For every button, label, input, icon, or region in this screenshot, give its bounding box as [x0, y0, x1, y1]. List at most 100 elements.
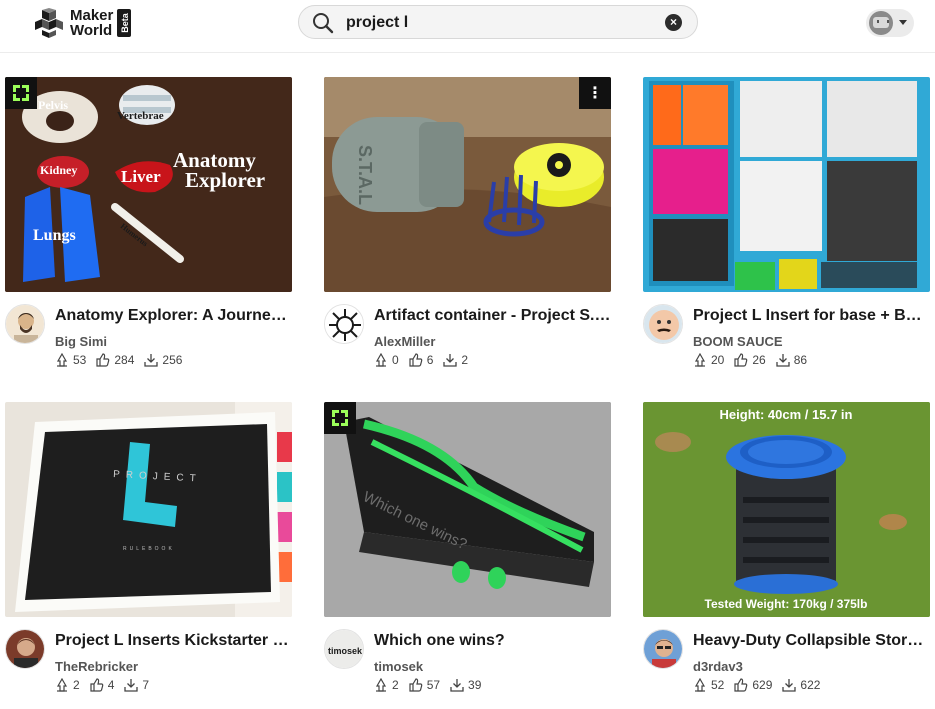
model-title[interactable]: Project L Inserts Kickstarter Edition	[55, 632, 292, 650]
boost-count: 52	[693, 678, 724, 692]
image-label: Explorer	[185, 168, 265, 192]
boost-icon	[694, 353, 706, 367]
thumbnail-image: Height: 40cm / 15.7 in Tested Weight: 17…	[643, 402, 930, 617]
boost-icon	[375, 353, 387, 367]
boost-count: 2	[374, 678, 399, 692]
thumbnail-image: Pelvis Vertebrae Kidney Liver Anatomy Ex…	[5, 77, 292, 292]
image-label: RULEBOOK	[123, 546, 175, 552]
like-count: 284	[96, 353, 134, 367]
like-count: 6	[409, 353, 433, 367]
boost-icon	[694, 678, 706, 692]
search-icon[interactable]	[312, 12, 334, 34]
model-title[interactable]: Heavy-Duty Collapsible Storage Container	[693, 632, 930, 650]
model-card[interactable]: Which one wins? timosek Which one wins? …	[324, 402, 611, 702]
thumbnail-image: PROJECT RULEBOOK	[5, 402, 292, 617]
more-options-button[interactable]: ⋮	[579, 77, 611, 109]
image-label: S.T.A.L	[355, 145, 375, 205]
boost-count: 53	[55, 353, 86, 367]
thumbnail-image: S.T.A.L	[324, 77, 611, 292]
image-label: Vertebrae	[117, 110, 164, 122]
generator-badge-icon	[5, 77, 37, 109]
thumbnail-image: Which one wins?	[324, 402, 611, 617]
author-avatar[interactable]	[324, 304, 364, 344]
download-icon	[782, 679, 797, 692]
model-thumbnail[interactable]	[643, 77, 930, 292]
model-card[interactable]: Pelvis Vertebrae Kidney Liver Anatomy Ex…	[5, 77, 292, 377]
author-name[interactable]: d3rdav3	[693, 659, 743, 674]
logo-line-1: Maker	[70, 7, 114, 24]
image-label: Tested Weight: 170kg / 375lb	[705, 597, 868, 611]
like-count: 4	[90, 678, 114, 692]
author-name[interactable]: Big Simi	[55, 334, 107, 349]
chevron-down-icon	[899, 20, 907, 25]
image-label: Pelvis	[38, 98, 68, 112]
author-avatar[interactable]	[643, 629, 683, 669]
logo-line-2: World	[70, 22, 113, 39]
thumbs-up-icon	[409, 678, 422, 692]
makerworld-logo[interactable]: Maker World Beta	[34, 7, 132, 39]
download-count: 39	[450, 678, 481, 692]
model-stats: 2 4 7	[55, 678, 159, 692]
download-count: 7	[124, 678, 149, 692]
boost-count: 2	[55, 678, 80, 692]
model-title[interactable]: Artifact container - Project S.T.A.L.K.E…	[374, 307, 611, 325]
like-count: 629	[734, 678, 772, 692]
beta-badge: Beta	[117, 9, 132, 37]
model-stats: 0 6 2	[374, 353, 478, 367]
user-avatar	[869, 11, 893, 35]
generator-badge-icon	[324, 402, 356, 434]
model-stats: 2 57 39	[374, 678, 491, 692]
model-title[interactable]: Which one wins?	[374, 632, 611, 650]
thumbnail-image	[643, 77, 930, 292]
clear-search-icon[interactable]: ×	[665, 14, 682, 31]
top-header: Maker World Beta ×	[0, 0, 935, 53]
author-avatar[interactable]	[643, 304, 683, 344]
author-avatar[interactable]: timosek	[324, 629, 364, 669]
author-name[interactable]: BOOM SAUCE	[693, 334, 783, 349]
model-thumbnail[interactable]: Pelvis Vertebrae Kidney Liver Anatomy Ex…	[5, 77, 292, 292]
download-icon	[776, 354, 790, 367]
image-label: Height: 40cm / 15.7 in	[720, 407, 853, 422]
model-card[interactable]: S.T.A.L ⋮ Artifact container - Project S…	[324, 77, 611, 377]
download-icon	[450, 679, 464, 692]
model-stats: 53 284 256	[55, 353, 192, 367]
thumbs-up-icon	[409, 353, 422, 367]
user-menu-button[interactable]	[866, 9, 914, 37]
image-label: Liver	[121, 167, 161, 186]
boost-count: 0	[374, 353, 399, 367]
search-input[interactable]	[346, 12, 646, 34]
model-title[interactable]: Project L Insert for base + Boost expans…	[693, 307, 930, 325]
search-bar: ×	[298, 5, 698, 39]
thumbs-up-icon	[90, 678, 103, 692]
boost-icon	[56, 678, 68, 692]
download-icon	[443, 354, 458, 367]
model-thumbnail[interactable]: Which one wins?	[324, 402, 611, 617]
download-count: 2	[443, 353, 468, 367]
download-icon	[144, 354, 159, 367]
image-label: Lungs	[33, 227, 76, 244]
model-title[interactable]: Anatomy Explorer: A Journey Through the …	[55, 307, 292, 325]
author-name[interactable]: TheRebricker	[55, 659, 138, 674]
model-card[interactable]: Project L Insert for base + Boost expans…	[643, 77, 930, 377]
boost-icon	[375, 678, 387, 692]
author-avatar[interactable]	[5, 629, 45, 669]
image-label: Kidney	[40, 163, 77, 177]
like-count: 26	[734, 353, 766, 367]
thumbs-up-icon	[734, 678, 748, 692]
logo-cube-icon	[34, 8, 64, 38]
thumbs-up-icon	[734, 353, 748, 367]
model-stats: 52 629 622	[693, 678, 830, 692]
model-stats: 20 26 86	[693, 353, 817, 367]
boost-count: 20	[693, 353, 724, 367]
author-name[interactable]: AlexMiller	[374, 334, 435, 349]
model-thumbnail[interactable]: PROJECT RULEBOOK	[5, 402, 292, 617]
model-thumbnail[interactable]: Height: 40cm / 15.7 in Tested Weight: 17…	[643, 402, 930, 617]
author-name[interactable]: timosek	[374, 659, 423, 674]
thumbs-up-icon	[96, 353, 110, 367]
author-avatar[interactable]	[5, 304, 45, 344]
model-thumbnail[interactable]: S.T.A.L ⋮	[324, 77, 611, 292]
model-card[interactable]: PROJECT RULEBOOK Project L Inserts Kicks…	[5, 402, 292, 702]
model-card[interactable]: Height: 40cm / 15.7 in Tested Weight: 17…	[643, 402, 930, 702]
download-count: 622	[782, 678, 820, 692]
download-icon	[124, 679, 139, 692]
